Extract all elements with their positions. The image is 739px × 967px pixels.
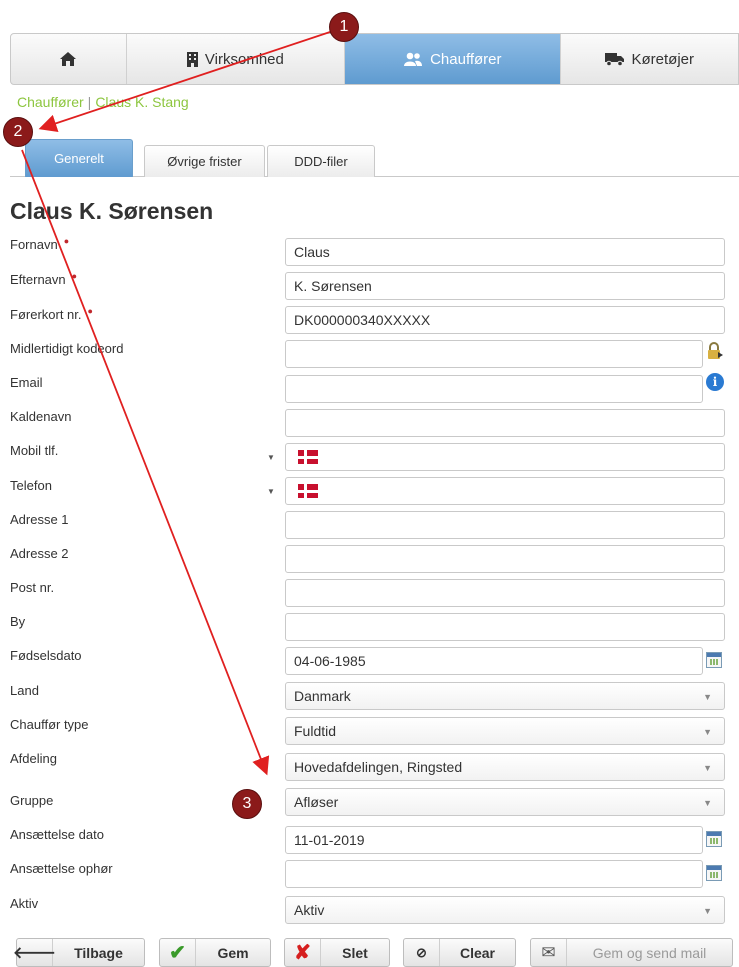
annotation-badge-1: 1 bbox=[329, 12, 359, 42]
annotation-arrows bbox=[21, 29, 337, 776]
annotation-badge-3: 3 bbox=[232, 789, 262, 819]
annotation-arrow-1 bbox=[38, 29, 337, 132]
annotation-badge-2: 2 bbox=[3, 117, 33, 147]
annotation-arrow-2 bbox=[21, 149, 270, 776]
